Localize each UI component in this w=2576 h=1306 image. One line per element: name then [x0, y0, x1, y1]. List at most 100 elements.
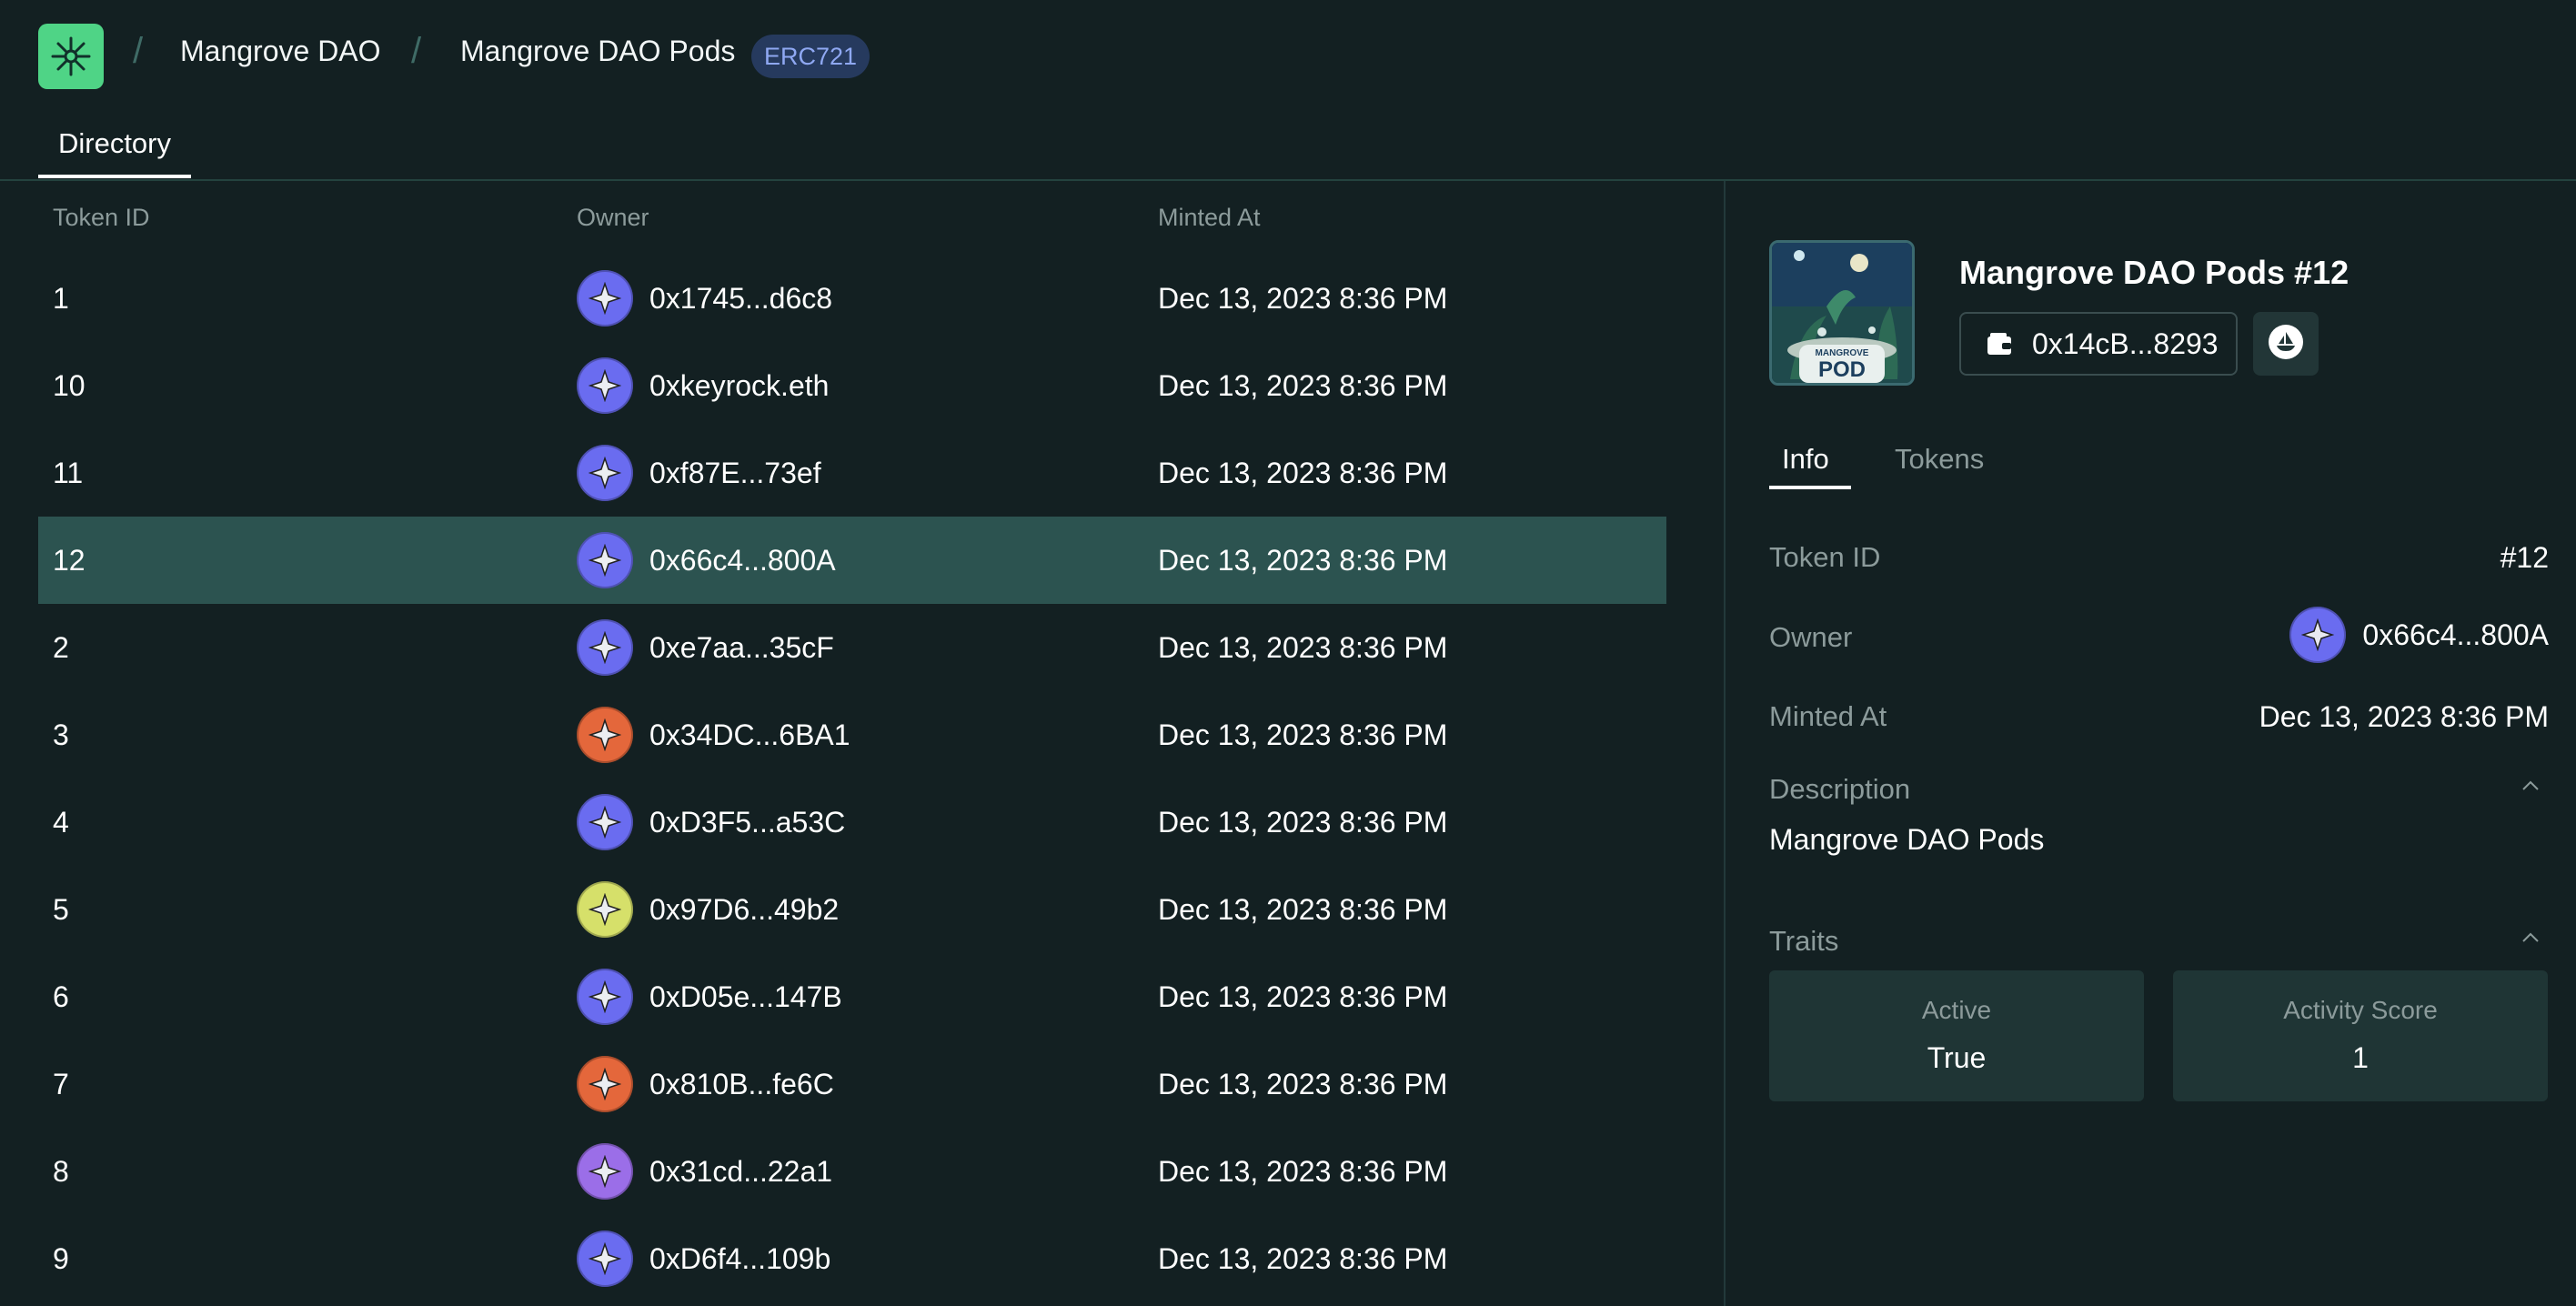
owner-address: 0xD3F5...a53C: [649, 805, 846, 839]
minted-at-cell: Dec 13, 2023 8:36 PM: [1158, 806, 1448, 839]
active-tab-indicator: [1769, 486, 1851, 489]
token-id-cell: 12: [53, 544, 86, 577]
table-row[interactable]: 5 0x97D6...49b2 Dec 13, 2023 8:36 PM: [38, 866, 1666, 953]
minted-at-cell: Dec 13, 2023 8:36 PM: [1158, 1068, 1448, 1100]
breadcrumb-separator: /: [133, 31, 144, 71]
table-row[interactable]: 4 0xD3F5...a53C Dec 13, 2023 8:36 PM: [38, 779, 1666, 866]
token-id-cell: 4: [53, 806, 69, 839]
star-avatar-icon: [577, 445, 633, 501]
minted-at-cell: Dec 13, 2023 8:36 PM: [1158, 718, 1448, 751]
token-id-cell: 2: [53, 631, 69, 664]
owner-address: 0x34DC...6BA1: [649, 718, 850, 751]
table-row[interactable]: 8 0x31cd...22a1 Dec 13, 2023 8:36 PM: [38, 1128, 1666, 1215]
star-avatar-icon: [577, 1056, 633, 1112]
wallet-icon: [1985, 329, 2014, 358]
chevron-up-icon[interactable]: [2521, 779, 2540, 790]
minted-at-cell: Dec 13, 2023 8:36 PM: [1158, 282, 1448, 315]
owner-cell[interactable]: 0x810B...fe6C: [577, 1055, 834, 1113]
owner-cell[interactable]: 0x31cd...22a1: [577, 1142, 832, 1201]
minted-at-value: Dec 13, 2023 8:36 PM: [2259, 700, 2549, 733]
thumbnail-caption-big: POD: [1817, 357, 1866, 382]
token-id-cell: 7: [53, 1068, 69, 1100]
star-avatar-icon: [577, 270, 633, 326]
table-row[interactable]: 12 0x66c4...800A Dec 13, 2023 8:36 PM: [38, 517, 1666, 604]
token-id-cell: 5: [53, 893, 69, 926]
opensea-button[interactable]: [2253, 312, 2319, 376]
tab-directory[interactable]: Directory: [38, 127, 191, 178]
owner-cell[interactable]: 0xD6f4...109b: [577, 1230, 830, 1288]
owner-address: 0xkeyrock.eth: [649, 368, 830, 402]
owner-address: 0xf87E...73ef: [649, 456, 821, 489]
trait-name: Active: [1921, 996, 1992, 1024]
owner-cell[interactable]: 0x34DC...6BA1: [577, 706, 850, 764]
active-tab-indicator: [38, 175, 191, 178]
owner-address: 0x66c4...800A: [649, 543, 836, 577]
flower-logo-icon[interactable]: [38, 24, 104, 89]
tab-info[interactable]: Info: [1782, 443, 1829, 476]
table-row[interactable]: 1 0x1745...d6c8 Dec 13, 2023 8:36 PM: [38, 255, 1666, 342]
star-avatar-icon: [577, 881, 633, 938]
owner-cell[interactable]: 0xkeyrock.eth: [577, 357, 829, 415]
traits-label[interactable]: Traits: [1769, 925, 1838, 958]
owner-cell[interactable]: 0xD3F5...a53C: [577, 793, 845, 851]
opensea-icon: [2268, 324, 2304, 365]
trait-value: True: [1927, 1041, 1987, 1074]
token-id-label: Token ID: [1769, 541, 1881, 573]
description-label[interactable]: Description: [1769, 773, 1910, 806]
breadcrumb-dao[interactable]: Mangrove DAO: [180, 36, 381, 65]
minted-at-cell: Dec 13, 2023 8:36 PM: [1158, 457, 1448, 489]
star-avatar-icon: [577, 707, 633, 763]
owner-address: 0x66c4...800A: [2362, 618, 2549, 651]
owner-cell[interactable]: 0xf87E...73ef: [577, 444, 821, 502]
star-avatar-icon: [577, 969, 633, 1025]
trait-card: Activity Score 1: [2173, 970, 2548, 1101]
minted-at-label: Minted At: [1769, 700, 1887, 732]
token-id-cell: 9: [53, 1242, 69, 1275]
owner-cell[interactable]: 0x97D6...49b2: [577, 880, 839, 939]
table-row[interactable]: 10 0xkeyrock.eth Dec 13, 2023 8:36 PM: [38, 342, 1666, 429]
owner-address: 0x97D6...49b2: [649, 892, 840, 926]
table-row[interactable]: 9 0xD6f4...109b Dec 13, 2023 8:36 PM: [38, 1215, 1666, 1302]
owner-cell[interactable]: 0xe7aa...35cF: [577, 618, 834, 677]
nft-thumbnail: MANGROVE POD: [1769, 240, 1915, 386]
table-row[interactable]: 2 0xe7aa...35cF Dec 13, 2023 8:36 PM: [38, 604, 1666, 691]
table-header: Token ID Owner Minted At: [38, 182, 1666, 255]
trait-value: 1: [2352, 1041, 2369, 1074]
breadcrumb-collection[interactable]: Mangrove DAO Pods: [460, 36, 735, 65]
star-avatar-icon: [2289, 607, 2347, 663]
token-table: Token ID Owner Minted At 1 0x1745...d6c8 D…: [38, 182, 1666, 1302]
owner-cell[interactable]: 0x1745...d6c8: [577, 269, 832, 327]
star-avatar-icon: [577, 1231, 633, 1287]
tab-tokens[interactable]: Tokens: [1895, 443, 1984, 476]
chevron-up-icon[interactable]: [2521, 931, 2540, 942]
owner-address: 0xe7aa...35cF: [649, 630, 834, 664]
owner-cell[interactable]: 0x66c4...800A: [577, 531, 836, 589]
column-header-owner[interactable]: Owner: [577, 204, 649, 232]
token-id-cell: 8: [53, 1155, 69, 1188]
star-avatar-icon: [577, 1143, 633, 1200]
table-body: 1 0x1745...d6c8 Dec 13, 2023 8:36 PM 10 0xke…: [38, 255, 1666, 1302]
owner-address: 0x810B...fe6C: [649, 1067, 834, 1100]
token-id-cell: 6: [53, 980, 69, 1013]
table-row[interactable]: 7 0x810B...fe6C Dec 13, 2023 8:36 PM: [38, 1040, 1666, 1128]
description-text: Mangrove DAO Pods: [1769, 823, 2045, 856]
owner-address: 0x31cd...22a1: [649, 1154, 833, 1188]
table-row[interactable]: 3 0x34DC...6BA1 Dec 13, 2023 8:36 PM: [38, 691, 1666, 779]
owner-cell[interactable]: 0xD05e...147B: [577, 968, 842, 1026]
owner-address: 0xD6f4...109b: [649, 1241, 831, 1275]
minted-at-cell: Dec 13, 2023 8:36 PM: [1158, 1155, 1448, 1188]
star-avatar-icon: [577, 794, 633, 850]
owner-label: Owner: [1769, 621, 1853, 653]
minted-at-cell: Dec 13, 2023 8:36 PM: [1158, 369, 1448, 402]
table-row[interactable]: 11 0xf87E...73ef Dec 13, 2023 8:36 PM: [38, 429, 1666, 517]
column-header-token-id[interactable]: Token ID: [53, 204, 150, 232]
contract-address-button[interactable]: 0x14cB...8293: [1959, 312, 2238, 376]
star-avatar-icon: [577, 357, 633, 414]
minted-at-cell: Dec 13, 2023 8:36 PM: [1158, 1242, 1448, 1275]
token-id-cell: 11: [53, 457, 84, 489]
column-header-minted-at[interactable]: Minted At: [1158, 204, 1261, 232]
table-row[interactable]: 6 0xD05e...147B Dec 13, 2023 8:36 PM: [38, 953, 1666, 1040]
owner-link[interactable]: 0x66c4...800A: [2289, 606, 2549, 664]
owner-address: 0x1745...d6c8: [649, 281, 833, 315]
top-bar: / Mangrove DAO / Mangrove DAO Pods ERC72…: [0, 0, 2576, 113]
